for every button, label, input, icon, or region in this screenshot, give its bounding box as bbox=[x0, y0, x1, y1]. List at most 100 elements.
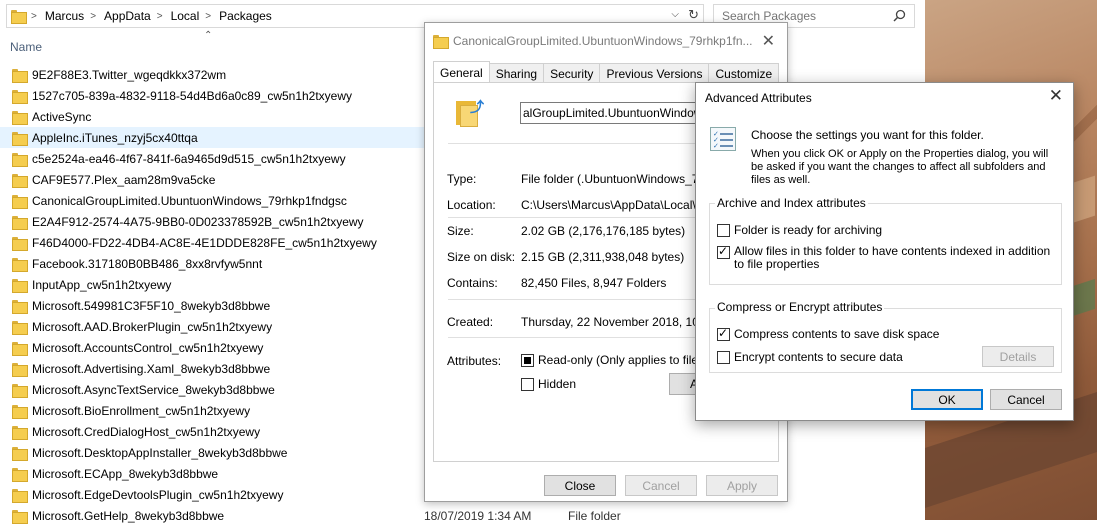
advanced-title: Advanced Attributes bbox=[705, 91, 812, 105]
encrypt-label: Encrypt contents to secure data bbox=[734, 350, 903, 364]
breadcrumb-item[interactable]: AppData bbox=[104, 9, 151, 23]
chevron-right-icon[interactable]: > bbox=[205, 11, 211, 22]
folder-icon bbox=[12, 215, 28, 230]
chevron-right-icon[interactable]: > bbox=[90, 11, 96, 22]
compress-group-title: Compress or Encrypt attributes bbox=[715, 300, 885, 314]
file-row[interactable]: Microsoft.GetHelp_8wekyb3d8bbwe bbox=[0, 505, 430, 526]
chevron-right-icon[interactable]: > bbox=[31, 11, 37, 22]
chevron-down-icon[interactable]: ⌵ bbox=[671, 9, 679, 20]
file-row[interactable]: Microsoft.CredDialogHost_cw5n1h2txyewy bbox=[0, 421, 430, 442]
date-modified-cell: 18/07/2019 1:34 AM bbox=[424, 509, 532, 523]
file-name: Microsoft.AccountsControl_cw5n1h2txyewy bbox=[32, 340, 264, 355]
properties-title-bar: CanonicalGroupLimited.UbuntuonWindows_79… bbox=[433, 31, 775, 51]
size-label: Size: bbox=[447, 224, 474, 238]
compress-checkbox-row[interactable]: Compress contents to save disk space bbox=[717, 326, 940, 341]
index-checkbox[interactable] bbox=[717, 244, 730, 259]
chevron-right-icon[interactable]: > bbox=[157, 11, 163, 22]
compress-label: Compress contents to save disk space bbox=[734, 327, 940, 341]
file-row[interactable]: CAF9E577.Plex_aam28m9va5cke bbox=[0, 169, 430, 190]
advanced-note: When you click OK or Apply on the Proper… bbox=[751, 148, 1049, 186]
folder-icon bbox=[12, 278, 28, 293]
file-name: Microsoft.549981C3F5F10_8wekyb3d8bbwe bbox=[32, 298, 271, 313]
file-row[interactable]: c5e2524a-ea46-4f67-841f-6a9465d9d515_cw5… bbox=[0, 148, 430, 169]
file-name: Microsoft.DesktopAppInstaller_8wekyb3d8b… bbox=[32, 445, 288, 460]
folder-icon bbox=[12, 299, 28, 314]
file-row[interactable]: Facebook.317180B0BB486_8xx8rvfyw5nnt bbox=[0, 253, 430, 274]
breadcrumb-item[interactable]: Marcus bbox=[45, 9, 84, 23]
details-button[interactable]: Details bbox=[982, 346, 1054, 367]
file-name: Microsoft.CredDialogHost_cw5n1h2txyewy bbox=[32, 424, 261, 439]
folder-icon bbox=[12, 173, 28, 188]
folder-icon bbox=[11, 10, 27, 24]
file-list: 9E2F88E3.Twitter_wgeqdkkx372wm 1527c705-8… bbox=[0, 64, 430, 526]
location-label: Location: bbox=[447, 198, 496, 212]
tab-previous-versions[interactable]: Previous Versions bbox=[599, 63, 710, 83]
contains-label: Contains: bbox=[447, 276, 498, 290]
hidden-checkbox-row[interactable]: Hidden bbox=[521, 377, 576, 391]
hidden-checkbox[interactable] bbox=[521, 377, 534, 391]
file-name: CanonicalGroupLimited.UbuntuonWindows_79… bbox=[32, 193, 347, 208]
file-name: Facebook.317180B0BB486_8xx8rvfyw5nnt bbox=[32, 256, 263, 271]
file-row[interactable]: InputApp_cw5n1h2txyewy bbox=[0, 274, 430, 295]
sort-ascending-icon: ⌃ bbox=[204, 30, 213, 41]
ok-button[interactable]: OK bbox=[911, 389, 983, 410]
cancel-button[interactable]: Cancel bbox=[625, 475, 697, 496]
file-name: F46D4000-FD22-4DB4-AC8E-4E1DDDE828FE_cw5… bbox=[32, 235, 377, 250]
folder-shortcut-icon: ⤴ bbox=[454, 97, 486, 127]
folder-icon bbox=[12, 110, 28, 125]
tab-general[interactable]: General bbox=[433, 61, 490, 83]
file-row[interactable]: 9E2F88E3.Twitter_wgeqdkkx372wm bbox=[0, 64, 430, 85]
archive-label: Folder is ready for archiving bbox=[734, 223, 883, 237]
apply-button[interactable]: Apply bbox=[706, 475, 778, 496]
file-row[interactable]: Microsoft.BioEnrollment_cw5n1h2txyewy bbox=[0, 400, 430, 421]
file-row[interactable]: 1527c705-839a-4832-9118-54d4Bd6a0c89_cw5… bbox=[0, 85, 430, 106]
file-name: Microsoft.AAD.BrokerPlugin_cw5n1h2txyewy bbox=[32, 319, 273, 334]
index-checkbox-row[interactable]: Allow files in this folder to have conte… bbox=[717, 244, 1057, 271]
file-row[interactable]: F46D4000-FD22-4DB4-AC8E-4E1DDDE828FE_cw5… bbox=[0, 232, 430, 253]
type-cell: File folder bbox=[568, 509, 621, 523]
folder-icon bbox=[433, 35, 449, 49]
compress-checkbox[interactable] bbox=[717, 326, 730, 341]
name-column-header[interactable]: Name bbox=[10, 40, 42, 54]
file-row[interactable]: AppleInc.iTunes_nzyj5cx40ttqa bbox=[0, 127, 430, 148]
archive-checkbox-row[interactable]: Folder is ready for archiving bbox=[717, 223, 882, 237]
folder-icon bbox=[12, 152, 28, 167]
folder-icon bbox=[12, 68, 28, 83]
file-row[interactable]: ActiveSync bbox=[0, 106, 430, 127]
type-label: Type: bbox=[447, 172, 477, 186]
tab-customize[interactable]: Customize bbox=[708, 63, 780, 83]
file-name: ActiveSync bbox=[32, 109, 92, 124]
encrypt-checkbox[interactable] bbox=[717, 350, 730, 364]
breadcrumb-item[interactable]: Local bbox=[171, 9, 200, 23]
folder-icon bbox=[12, 194, 28, 209]
file-row[interactable]: E2A4F912-2574-4A75-9BB0-0D023378592B_cw5… bbox=[0, 211, 430, 232]
tab-sharing[interactable]: Sharing bbox=[488, 63, 545, 83]
encrypt-checkbox-row[interactable]: Encrypt contents to secure data bbox=[717, 350, 903, 364]
close-button[interactable]: Close bbox=[544, 475, 616, 496]
file-row[interactable]: CanonicalGroupLimited.UbuntuonWindows_79… bbox=[0, 190, 430, 211]
folder-icon bbox=[12, 320, 28, 335]
search-icon[interactable] bbox=[893, 9, 906, 22]
folder-icon bbox=[12, 446, 28, 461]
file-row[interactable]: Microsoft.549981C3F5F10_8wekyb3d8bbwe bbox=[0, 295, 430, 316]
folder-icon bbox=[12, 425, 28, 440]
file-row[interactable]: Microsoft.EdgeDevtoolsPlugin_cw5n1h2txye… bbox=[0, 484, 430, 505]
file-row[interactable]: Microsoft.DesktopAppInstaller_8wekyb3d8b… bbox=[0, 442, 430, 463]
close-icon[interactable]: ✕ bbox=[762, 31, 775, 51]
file-row[interactable]: Microsoft.AccountsControl_cw5n1h2txyewy bbox=[0, 337, 430, 358]
refresh-icon[interactable]: ↻ bbox=[688, 7, 699, 23]
file-row[interactable]: Microsoft.AsyncTextService_8wekyb3d8bbwe bbox=[0, 379, 430, 400]
hidden-label: Hidden bbox=[538, 377, 577, 391]
file-row[interactable]: Microsoft.AAD.BrokerPlugin_cw5n1h2txyewy bbox=[0, 316, 430, 337]
breadcrumb-item[interactable]: Packages bbox=[219, 9, 272, 23]
folder-icon bbox=[12, 362, 28, 377]
cancel-button[interactable]: Cancel bbox=[990, 389, 1062, 410]
file-row[interactable]: Microsoft.ECApp_8wekyb3d8bbwe bbox=[0, 463, 430, 484]
file-row[interactable]: Microsoft.Advertising.Xaml_8wekyb3d8bbwe bbox=[0, 358, 430, 379]
close-icon[interactable]: ✕ bbox=[1049, 86, 1063, 106]
readonly-checkbox[interactable] bbox=[521, 353, 534, 367]
folder-icon bbox=[12, 131, 28, 146]
file-name: 1527c705-839a-4832-9118-54d4Bd6a0c89_cw5… bbox=[32, 88, 353, 103]
tab-security[interactable]: Security bbox=[543, 63, 601, 83]
archive-checkbox[interactable] bbox=[717, 223, 730, 237]
